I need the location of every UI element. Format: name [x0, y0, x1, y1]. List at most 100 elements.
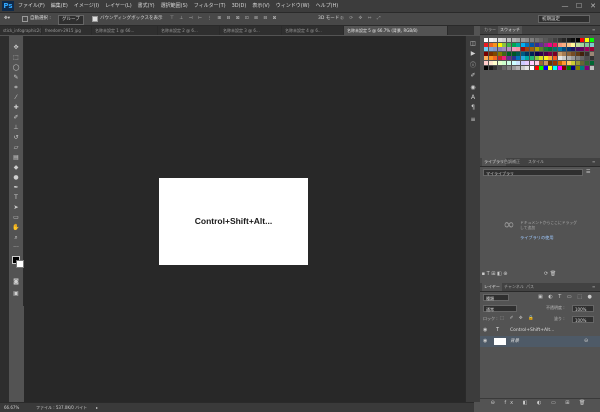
swatch[interactable]: [484, 42, 488, 47]
swatch[interactable]: [543, 65, 548, 70]
swatch[interactable]: [557, 47, 562, 52]
swatch[interactable]: [543, 47, 548, 52]
workspace-dropdown[interactable]: 初期設定: [538, 15, 590, 23]
character-panel-icon[interactable]: A: [469, 94, 477, 102]
swatch[interactable]: [562, 65, 567, 70]
swatch[interactable]: [525, 42, 530, 47]
swatch[interactable]: [520, 60, 525, 65]
swatch[interactable]: [520, 51, 525, 56]
swatch[interactable]: [580, 60, 585, 65]
swatch[interactable]: [529, 60, 534, 65]
swatch[interactable]: [488, 42, 493, 47]
document-tab[interactable]: 名称未設定 5 @ 66.7% (背景, RGB/8): [344, 26, 448, 35]
swatch[interactable]: [585, 51, 590, 56]
eraser-tool-icon[interactable]: ▱: [12, 144, 20, 152]
swatch[interactable]: [511, 56, 516, 61]
document-tab[interactable]: stick_infographic2(1).jpg: [0, 26, 42, 35]
swatch[interactable]: [488, 56, 493, 61]
marquee-tool-icon[interactable]: ⬚: [12, 54, 20, 62]
auto-select-checkbox[interactable]: [22, 16, 28, 22]
swatch[interactable]: [566, 47, 571, 52]
layer-row-text[interactable]: ◉ T Control+Shift+Alt...: [480, 325, 600, 336]
swatch[interactable]: [580, 56, 585, 61]
tab-swatches[interactable]: スウォッチ: [498, 26, 522, 34]
menu-item[interactable]: イメージ(I): [74, 0, 99, 12]
swatch[interactable]: [557, 56, 562, 61]
swatch[interactable]: [488, 51, 493, 56]
swatch[interactable]: [484, 38, 488, 42]
swatch[interactable]: [562, 56, 567, 61]
swatch[interactable]: [525, 47, 530, 52]
swatch[interactable]: [506, 38, 511, 42]
path-selection-tool-icon[interactable]: ➤: [12, 204, 20, 212]
library-help-link[interactable]: ライブラリの使用: [520, 235, 554, 241]
swatch[interactable]: [562, 51, 567, 56]
document-tab[interactable]: 名称未設定 3 @ 6...: [220, 26, 282, 35]
swatch[interactable]: [580, 51, 585, 56]
swatch[interactable]: [589, 51, 594, 56]
blend-mode-dropdown[interactable]: 通常: [483, 305, 517, 312]
swatch[interactable]: [562, 60, 567, 65]
swatch[interactable]: [520, 56, 525, 61]
swatch[interactable]: [539, 38, 544, 42]
swatch[interactable]: [575, 65, 580, 70]
libraries-menu-icon[interactable]: ≡: [590, 158, 597, 166]
swatch[interactable]: [539, 51, 544, 56]
layer-row-background[interactable]: ◉ 背景 ⊖: [480, 336, 600, 347]
swatch[interactable]: [575, 56, 580, 61]
panel-menu-icon[interactable]: ≡: [590, 26, 597, 34]
dodge-tool-icon[interactable]: ●: [12, 174, 20, 182]
swatch[interactable]: [497, 47, 502, 52]
blur-tool-icon[interactable]: ◆: [12, 164, 20, 172]
library-footer-icons[interactable]: ▪ T ⊞ ◧ ⊕ ⟳ 🗑: [480, 270, 600, 278]
swatch[interactable]: [548, 65, 553, 70]
swatch[interactable]: [543, 56, 548, 61]
swatch[interactable]: [552, 47, 557, 52]
swatch[interactable]: [575, 51, 580, 56]
document-tab[interactable]: 名称未設定 1 @ 66...: [92, 26, 158, 35]
swatch[interactable]: [488, 38, 493, 42]
swatch[interactable]: [529, 38, 534, 42]
swatch[interactable]: [502, 51, 507, 56]
swatch[interactable]: [534, 56, 539, 61]
bounding-box-checkbox[interactable]: [92, 16, 98, 22]
swatch[interactable]: [516, 56, 521, 61]
library-view-icon[interactable]: ☰: [586, 169, 595, 176]
swatch[interactable]: [511, 60, 516, 65]
info-panel-icon[interactable]: ⓘ: [469, 62, 477, 70]
swatch[interactable]: [548, 38, 553, 42]
swatch[interactable]: [502, 56, 507, 61]
swatch[interactable]: [484, 51, 488, 56]
history-brush-tool-icon[interactable]: ↺: [12, 134, 20, 142]
swatch[interactable]: [543, 42, 548, 47]
visibility-eye-icon[interactable]: ◉: [483, 336, 489, 347]
swatch[interactable]: [552, 56, 557, 61]
swatch[interactable]: [589, 56, 594, 61]
swatch[interactable]: [534, 47, 539, 52]
foreground-background-color-icon[interactable]: [12, 256, 24, 268]
swatch[interactable]: [520, 38, 525, 42]
swatch[interactable]: [580, 65, 585, 70]
swatch[interactable]: [562, 38, 567, 42]
swatch[interactable]: [511, 65, 516, 70]
swatch[interactable]: [493, 42, 498, 47]
swatch[interactable]: [589, 65, 594, 70]
swatch[interactable]: [506, 65, 511, 70]
crop-tool-icon[interactable]: ⌗: [12, 84, 20, 92]
layers-menu-icon[interactable]: ≡: [590, 283, 597, 291]
swatch[interactable]: [543, 38, 548, 42]
swatch[interactable]: [552, 60, 557, 65]
swatch[interactable]: [571, 56, 576, 61]
swatch[interactable]: [497, 65, 502, 70]
hand-tool-icon[interactable]: ✋: [12, 224, 20, 232]
eyedropper-tool-icon[interactable]: ⁄: [12, 94, 20, 102]
clone-stamp-tool-icon[interactable]: ⊥: [12, 124, 20, 132]
swatch[interactable]: [516, 60, 521, 65]
document-canvas[interactable]: Control+Shift+Alt...: [159, 178, 308, 265]
swatch[interactable]: [506, 60, 511, 65]
swatch[interactable]: [529, 47, 534, 52]
swatch[interactable]: [516, 38, 521, 42]
swatch[interactable]: [525, 60, 530, 65]
swatch[interactable]: [525, 65, 530, 70]
swatch[interactable]: [506, 51, 511, 56]
